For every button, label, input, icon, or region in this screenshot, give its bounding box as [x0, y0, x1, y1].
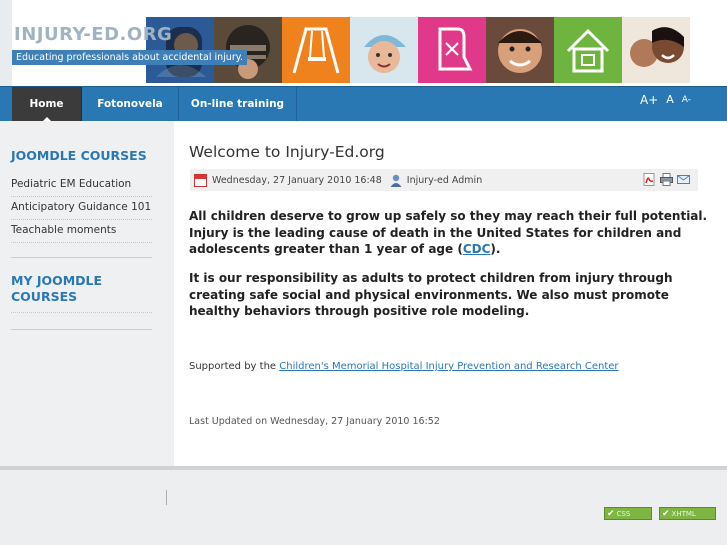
responsibility-paragraph: It is our responsibility as adults to pr… [189, 271, 673, 318]
article-meta-bar: Wednesday, 27 January 2010 16:48 Injury-… [190, 169, 698, 191]
article-date: Wednesday, 27 January 2010 16:48 [212, 174, 382, 186]
nav-item-label: Home [29, 98, 64, 110]
heading-line: COURSES [11, 289, 78, 304]
sidebar-divider [11, 257, 152, 258]
css-valid-badge[interactable]: ✔ CSS [604, 507, 652, 520]
site-tagline: Educating professionals about accidental… [12, 50, 248, 65]
site-logo-title[interactable]: INJURY-ED.ORG [14, 24, 172, 45]
support-prefix: Supported by the [189, 361, 280, 372]
heading-line: MY JOOMDLE [11, 273, 103, 288]
main-nav: Home Fotonovela On-line training A+ A A- [0, 86, 727, 121]
print-icon[interactable] [660, 173, 673, 186]
nav-item-home[interactable]: Home [12, 87, 82, 121]
course-link-pediatric-em[interactable]: Pediatric EM Education [11, 174, 152, 197]
banner-tile-house-icon [554, 17, 622, 83]
cmh-link[interactable]: Children's Memorial Hospital Injury Prev… [279, 361, 618, 372]
nav-item-label: Fotonovela [97, 98, 163, 110]
main-content: Welcome to Injury-Ed.org Wednesday, 27 J… [174, 121, 727, 466]
banner-tile-car-seat-icon [418, 17, 486, 83]
footer-separator [166, 490, 167, 505]
nav-item-label: On-line training [190, 98, 285, 110]
font-decrease-icon[interactable]: A- [682, 95, 691, 107]
user-icon [390, 174, 402, 187]
calendar-icon [194, 173, 207, 187]
email-icon[interactable] [677, 173, 690, 186]
check-icon: ✔ [607, 508, 615, 519]
banner-tile-swing-icon [282, 17, 350, 83]
sidebar-heading-joomdle-courses: JOOMDLE COURSES [11, 148, 147, 163]
intro-paragraph: All children deserve to grow up safely s… [189, 208, 709, 258]
course-link-teachable-moments[interactable]: Teachable moments [11, 220, 152, 243]
support-line: Supported by the Children's Memorial Hos… [189, 361, 619, 372]
header-edge [0, 0, 12, 86]
font-size-tools: A+ A A- [640, 93, 691, 107]
article-title[interactable]: Welcome to Injury-Ed.org [189, 143, 385, 161]
last-updated: Last Updated on Wednesday, 27 January 20… [189, 416, 440, 427]
site-header: INJURY-ED.ORG Educating professionals ab… [0, 0, 727, 86]
course-list: Pediatric EM Education Anticipatory Guid… [11, 174, 152, 243]
intro-text: All children deserve to grow up safely s… [189, 209, 708, 256]
banner-tile-family-photo [622, 17, 690, 83]
cdc-link[interactable]: CDC [463, 242, 491, 256]
header-right-edge [690, 0, 727, 86]
xhtml-valid-badge[interactable]: ✔ XHTML [659, 507, 716, 520]
sidebar-dotted-divider [11, 312, 152, 313]
sidebar-heading-my-joomdle-courses: MY JOOMDLE COURSES [11, 273, 102, 305]
article-author: Injury-ed Admin [406, 174, 483, 186]
pdf-icon[interactable] [643, 173, 656, 186]
banner-tile-bike-helmet-photo [350, 17, 418, 83]
article-actions [643, 173, 690, 186]
intro-text-end: ). [490, 242, 501, 256]
banner-tile-child-photo [486, 17, 554, 83]
font-reset-icon[interactable]: A [666, 93, 674, 107]
badge-label: XHTML [671, 509, 696, 518]
sidebar-divider [11, 329, 152, 330]
nav-item-online-training[interactable]: On-line training [179, 87, 297, 121]
nav-item-fotonovela[interactable]: Fotonovela [82, 87, 179, 121]
badge-label: CSS [616, 509, 631, 518]
font-increase-icon[interactable]: A+ [640, 93, 658, 107]
check-icon: ✔ [662, 508, 670, 519]
course-link-anticipatory-guidance[interactable]: Anticipatory Guidance 101 [11, 197, 152, 220]
